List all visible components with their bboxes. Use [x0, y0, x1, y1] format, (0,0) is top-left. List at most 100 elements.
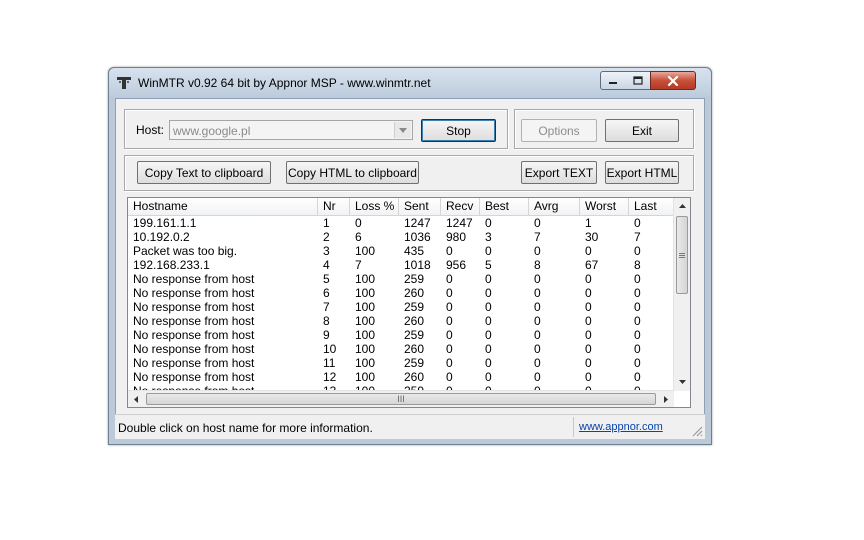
column-header[interactable]: Loss % [350, 198, 399, 215]
close-button[interactable] [650, 71, 696, 90]
scroll-left-button[interactable] [128, 391, 144, 407]
table-cell: 11 [323, 356, 336, 370]
export-html-button[interactable]: Export HTML [605, 161, 679, 184]
table-cell: 0 [585, 356, 592, 370]
status-separator [573, 417, 574, 437]
column-header[interactable]: Avrg [529, 198, 580, 215]
table-cell: 8 [534, 258, 541, 272]
table-cell: 100 [355, 356, 376, 370]
hostname-cell: No response from host [133, 272, 255, 286]
chevron-up-icon [678, 204, 686, 208]
table-cell: 0 [485, 370, 492, 384]
column-header[interactable]: Last [629, 198, 674, 215]
vertical-scroll-thumb[interactable] [676, 216, 688, 294]
table-cell: 0 [534, 272, 541, 286]
copy-html-button[interactable]: Copy HTML to clipboard [286, 161, 419, 184]
table-row[interactable]: No response from host 9 100 259 0 0 0 0 0 [128, 328, 674, 342]
table-cell: 100 [355, 244, 376, 258]
title-bar[interactable]: WinMTR v0.92 64 bit by Appnor MSP - www.… [109, 68, 711, 98]
stop-button[interactable]: Stop [421, 119, 496, 142]
table-cell: 0 [634, 216, 641, 230]
table-cell: 0 [585, 244, 592, 258]
copy-text-button[interactable]: Copy Text to clipboard [137, 161, 271, 184]
table-row[interactable]: No response from host 12 100 260 0 0 0 0 0 [128, 370, 674, 384]
host-input[interactable]: www.google.pl [173, 124, 250, 138]
table-cell: 0 [446, 244, 453, 258]
horizontal-scrollbar[interactable]: III [128, 390, 674, 407]
column-header[interactable]: Sent [399, 198, 441, 215]
scroll-up-button[interactable] [674, 198, 690, 214]
hostname-cell: No response from host [133, 300, 255, 314]
table-row[interactable]: No response from host 7 100 259 0 0 0 0 0 [128, 300, 674, 314]
minimize-icon [609, 81, 617, 84]
table-cell: 6 [355, 230, 362, 244]
table-cell: 0 [634, 286, 641, 300]
table-cell: 0 [534, 370, 541, 384]
table-cell: 0 [585, 286, 592, 300]
table-cell: 0 [634, 244, 641, 258]
table-cell: 0 [446, 370, 453, 384]
maximize-button[interactable] [625, 71, 651, 90]
table-cell: 30 [585, 230, 599, 244]
table-cell: 0 [485, 244, 492, 258]
table-row[interactable]: Packet was too big. 3 100 435 0 0 0 0 0 [128, 244, 674, 258]
table-cell: 260 [404, 370, 425, 384]
table-cell: 0 [355, 216, 362, 230]
hostname-cell: No response from host [133, 286, 255, 300]
scroll-right-button[interactable] [658, 391, 674, 407]
table-row[interactable]: No response from host 11 100 259 0 0 0 0 0 [128, 356, 674, 370]
table-row[interactable]: No response from host 8 100 260 0 0 0 0 0 [128, 314, 674, 328]
table-row[interactable]: No response from host 6 100 260 0 0 0 0 0 [128, 286, 674, 300]
table-cell: 100 [355, 314, 376, 328]
column-header[interactable]: Best [480, 198, 529, 215]
minimize-button[interactable] [600, 71, 626, 90]
table-cell: 7 [323, 300, 330, 314]
table-cell: 1018 [404, 258, 431, 272]
column-header[interactable]: Recv [441, 198, 480, 215]
scroll-down-button[interactable] [674, 374, 690, 390]
table-cell: 100 [355, 300, 376, 314]
table-cell: 100 [355, 328, 376, 342]
table-cell: 9 [323, 328, 330, 342]
column-header[interactable]: Hostname [128, 198, 318, 215]
options-button[interactable]: Options [521, 119, 597, 142]
table-row[interactable]: 10.192.0.2 2 6 1036 980 3 7 30 7 [128, 230, 674, 244]
appnor-link[interactable]: www.appnor.com [579, 421, 663, 433]
table-cell: 0 [534, 342, 541, 356]
table-cell: 100 [355, 272, 376, 286]
host-label: Host: [136, 123, 165, 137]
hostname-cell: 192.168.233.1 [133, 258, 210, 272]
table-cell: 100 [355, 342, 376, 356]
table-row[interactable]: No response from host 5 100 259 0 0 0 0 0 [128, 272, 674, 286]
table-cell: 7 [534, 230, 541, 244]
resize-grip-icon[interactable] [691, 425, 703, 437]
table-cell: 8 [634, 258, 641, 272]
host-combobox[interactable]: www.google.pl [169, 120, 413, 140]
table-cell: 3 [485, 230, 492, 244]
table-cell: 0 [534, 244, 541, 258]
column-header[interactable]: Nr [318, 198, 350, 215]
table-cell: 12 [323, 370, 337, 384]
table-row[interactable]: 199.161.1.1 1 0 1247 1247 0 0 1 0 [128, 216, 674, 230]
table-cell: 435 [404, 244, 425, 258]
column-header[interactable]: Worst [580, 198, 629, 215]
table-cell: 0 [534, 328, 541, 342]
export-text-button[interactable]: Export TEXT [521, 161, 597, 184]
trace-results-table[interactable]: Hostname Nr Loss % Sent Recv Best Avrg Worst Las… [127, 197, 691, 408]
table-cell: 7 [634, 230, 641, 244]
table-cell: 1 [323, 216, 330, 230]
hostname-cell: No response from host [133, 342, 255, 356]
vertical-scrollbar[interactable] [673, 198, 690, 391]
table-cell: 0 [585, 342, 592, 356]
table-cell: 0 [534, 356, 541, 370]
exit-button[interactable]: Exit [605, 119, 679, 142]
close-icon [667, 75, 679, 86]
table-cell: 0 [534, 314, 541, 328]
table-row[interactable]: 192.168.233.1 4 7 1018 956 5 8 67 8 [128, 258, 674, 272]
host-dropdown-button[interactable] [394, 122, 411, 138]
hostname-cell: 199.161.1.1 [133, 216, 197, 230]
table-cell: 0 [585, 272, 592, 286]
table-row[interactable]: No response from host 10 100 260 0 0 0 0 0 [128, 342, 674, 356]
table-body[interactable]: 199.161.1.1 1 0 1247 1247 0 0 1 0 10.192.0.2 2 6 103… [128, 216, 674, 392]
horizontal-scroll-thumb[interactable]: III [146, 393, 656, 405]
